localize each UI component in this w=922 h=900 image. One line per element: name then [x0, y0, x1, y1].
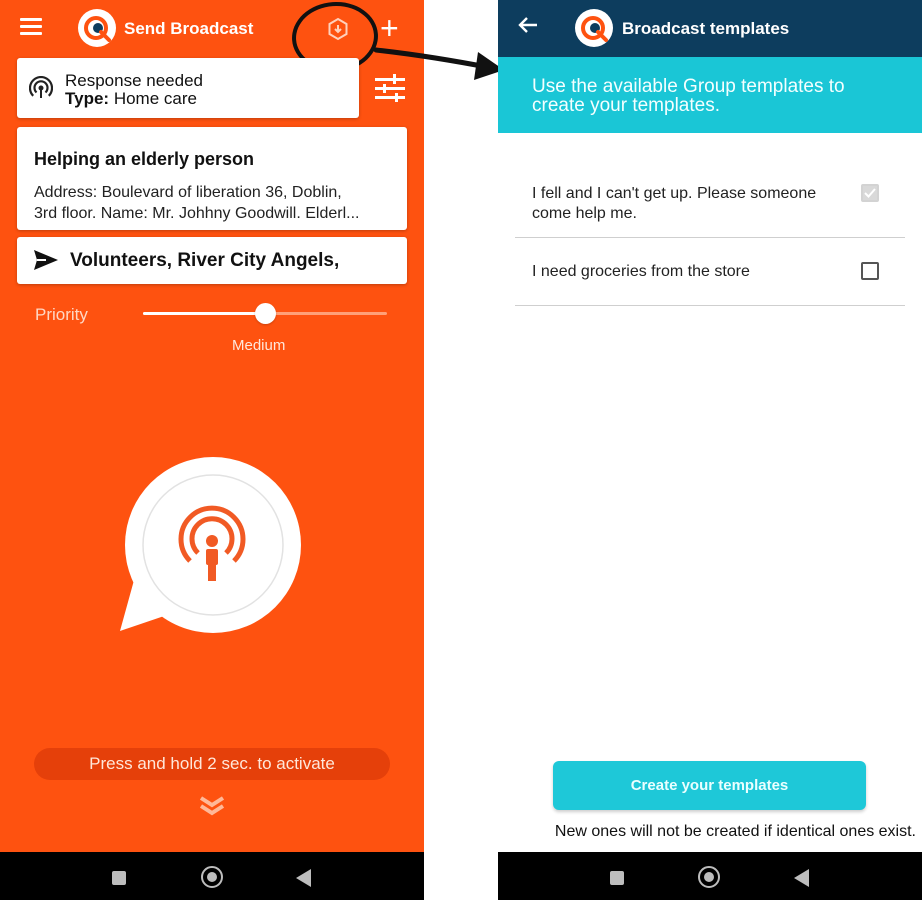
- screenshot-composite: Send Broadcast + Response needed Type: H…: [0, 0, 922, 900]
- recipients-card[interactable]: Volunteers, River City Angels,: [17, 237, 407, 284]
- app-bar: Send Broadcast +: [0, 0, 424, 75]
- double-chevron-down-icon[interactable]: [199, 795, 225, 822]
- template-text: I fell and I can't get up. Please someon…: [532, 185, 817, 222]
- circle-home-icon[interactable]: [698, 866, 720, 888]
- back-arrow-icon[interactable]: [518, 15, 538, 40]
- activate-broadcast-button[interactable]: [118, 453, 308, 643]
- template-row[interactable]: I fell and I can't get up. Please someon…: [515, 168, 905, 238]
- response-type-value: Home care: [113, 89, 197, 108]
- priority-label: Priority: [35, 305, 88, 324]
- app-logo-icon: [575, 9, 613, 47]
- message-title: Helping an elderly person: [34, 149, 255, 169]
- message-body: Address: Boulevard of liberation 36, Dob…: [34, 182, 394, 224]
- hamburger-icon[interactable]: [20, 18, 42, 36]
- dedupe-note: New ones will not be created if identica…: [554, 823, 916, 840]
- system-nav-bar: [0, 852, 424, 900]
- activate-hint: Press and hold 2 sec. to activate: [34, 748, 390, 780]
- response-type-label: Type:: [65, 89, 110, 108]
- priority-value: Medium: [232, 337, 286, 354]
- priority-slider-fill: [143, 312, 265, 315]
- triangle-back-icon[interactable]: [296, 869, 311, 887]
- square-recents-icon[interactable]: [610, 871, 624, 885]
- broadcast-signal-icon: [28, 76, 54, 105]
- info-banner: Use the available Group templates to cre…: [498, 57, 922, 133]
- message-body-line: 3rd floor. Name: Mr. Johhny Goodwill. El…: [34, 205, 360, 222]
- template-text: I need groceries from the store: [532, 263, 750, 280]
- create-templates-button[interactable]: Create your templates: [553, 761, 866, 810]
- page-title: Broadcast templates: [622, 19, 790, 38]
- circle-home-icon[interactable]: [201, 866, 223, 888]
- app-bar: Broadcast templates: [498, 0, 922, 57]
- app-logo-icon: [78, 9, 116, 47]
- response-card[interactable]: Response needed Type: Home care: [17, 58, 359, 118]
- triangle-back-icon[interactable]: [794, 869, 809, 887]
- send-broadcast-screen: Send Broadcast + Response needed Type: H…: [0, 0, 424, 900]
- response-type: Type: Home care: [65, 89, 197, 109]
- message-card[interactable]: Helping an elderly person Address: Boule…: [17, 127, 407, 230]
- annotation-arrow: [373, 47, 504, 80]
- page-title: Send Broadcast: [124, 19, 254, 38]
- message-body-line: Address: Boulevard of liberation 36, Dob…: [34, 184, 342, 201]
- priority-slider-knob[interactable]: [254, 303, 276, 324]
- template-checkbox[interactable]: [861, 184, 879, 202]
- square-recents-icon[interactable]: [112, 871, 126, 885]
- recipients-text: Volunteers, River City Angels,: [70, 250, 340, 271]
- banner-text: Use the available Group templates to cre…: [532, 76, 845, 116]
- broadcast-templates-screen: Broadcast templates Use the available Gr…: [498, 0, 922, 900]
- template-row[interactable]: I need groceries from the store: [515, 238, 905, 306]
- template-checkbox[interactable]: [861, 262, 879, 280]
- send-icon: [34, 250, 58, 275]
- system-nav-bar: [498, 852, 922, 900]
- response-title: Response needed: [65, 71, 204, 90]
